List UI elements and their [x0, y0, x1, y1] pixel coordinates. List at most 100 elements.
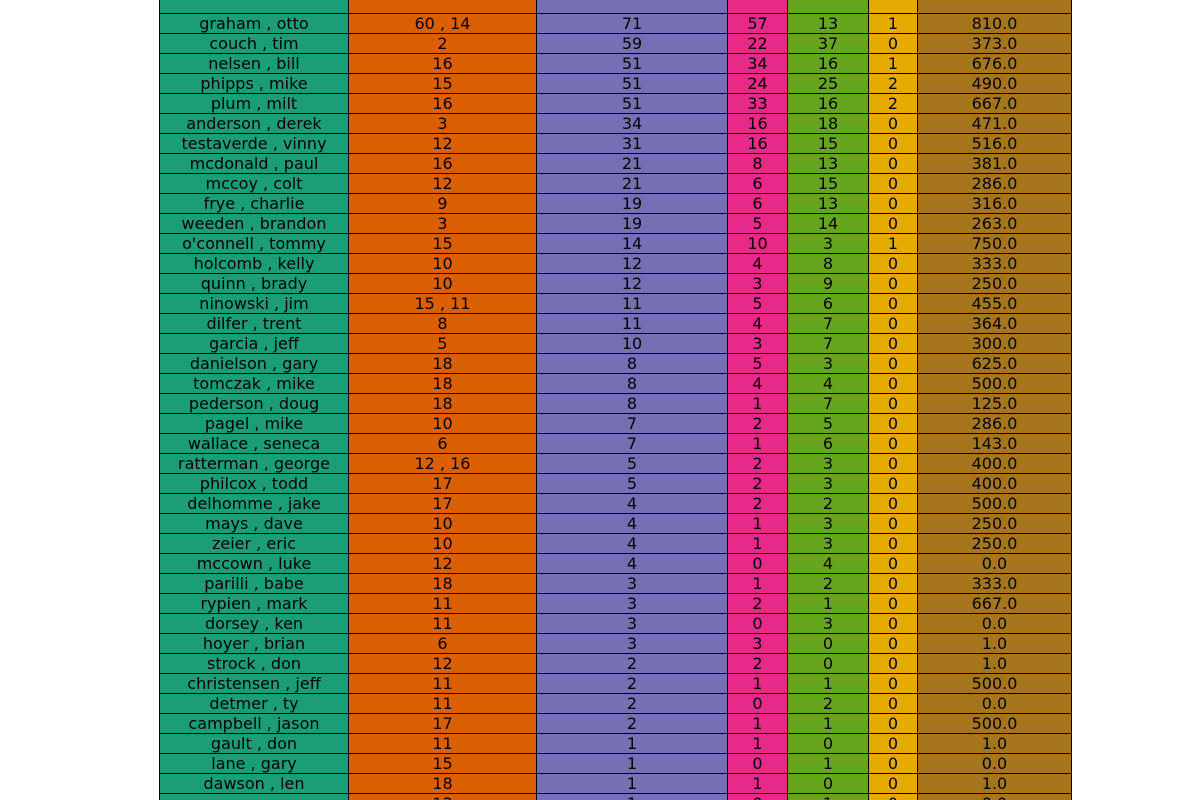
cell-col-3: 12 — [536, 253, 728, 274]
cell-col-7 — [917, 0, 1072, 14]
cell-name: dawson , len — [159, 773, 349, 794]
table-row: philcox , todd 17 5 2 3 0 400.0 — [159, 473, 1072, 494]
table-row: campbell , jason 17 2 1 1 0 500.0 — [159, 713, 1072, 734]
cell-col-5: 3 — [787, 613, 869, 634]
cell-col-2: 10 — [348, 513, 537, 534]
table-row: o'connell , tommy 15 14 10 3 1 750.0 — [159, 233, 1072, 254]
cell-col-5: 7 — [787, 333, 869, 354]
cell-col-5: 7 — [787, 313, 869, 334]
cell-name: wynn , spergon — [159, 793, 349, 800]
cell-col-2: 2 — [348, 33, 537, 54]
cell-col-5: 18 — [787, 113, 869, 134]
cell-col-3: 2 — [536, 653, 728, 674]
cell-col-3: 11 — [536, 293, 728, 314]
cell-col-5: 7 — [787, 393, 869, 414]
cell-col-4: 0 — [727, 553, 788, 574]
cell-col-3: 19 — [536, 193, 728, 214]
cell-col-5: 4 — [787, 553, 869, 574]
table-row: frye , charlie 9 19 6 13 0 316.0 — [159, 193, 1072, 214]
cell-name: plum , milt — [159, 93, 349, 114]
cell-col-6: 0 — [868, 753, 918, 774]
cell-col-7: 1.0 — [917, 733, 1072, 754]
table-row: dorsey , ken 11 3 0 3 0 0.0 — [159, 613, 1072, 634]
cell-col-7: 250.0 — [917, 513, 1072, 534]
cell-col-6: 0 — [868, 733, 918, 754]
cell-col-6: 0 — [868, 593, 918, 614]
cell-name: wallace , seneca — [159, 433, 349, 454]
cell-col-7: 750.0 — [917, 233, 1072, 254]
cell-col-4: 3 — [727, 633, 788, 654]
cell-name: tomczak , mike — [159, 373, 349, 394]
cell-col-3: 51 — [536, 93, 728, 114]
cell-col-2: 3 — [348, 213, 537, 234]
cell-col-6: 0 — [868, 553, 918, 574]
cell-col-2: 12 — [348, 553, 537, 574]
cell-col-5 — [787, 0, 869, 14]
cell-col-4: 1 — [727, 573, 788, 594]
cell-col-3: 21 — [536, 153, 728, 174]
cell-col-4: 34 — [727, 53, 788, 74]
cell-col-5: 0 — [787, 733, 869, 754]
cell-col-7: 333.0 — [917, 573, 1072, 594]
cell-col-4: 2 — [727, 493, 788, 514]
cell-col-6: 0 — [868, 773, 918, 794]
cell-col-2: 12 — [348, 653, 537, 674]
cell-col-6: 1 — [868, 233, 918, 254]
table-row: graham , otto 60 , 14 71 57 13 1 810.0 — [159, 13, 1072, 34]
cell-col-4: 0 — [727, 753, 788, 774]
cell-col-7: 316.0 — [917, 193, 1072, 214]
cell-col-2: 3 — [348, 113, 537, 134]
table-row: nelsen , bill 16 51 34 16 1 676.0 — [159, 53, 1072, 74]
cell-col-3: 5 — [536, 453, 728, 474]
cell-col-7: 490.0 — [917, 73, 1072, 94]
cell-col-4: 22 — [727, 33, 788, 54]
cell-col-3: 31 — [536, 133, 728, 154]
cell-name: rypien , mark — [159, 593, 349, 614]
cell-col-3: 2 — [536, 713, 728, 734]
table-row: danielson , gary 18 8 5 3 0 625.0 — [159, 353, 1072, 374]
cell-col-3: 3 — [536, 573, 728, 594]
cell-name: couch , tim — [159, 33, 349, 54]
cell-col-7: 0.0 — [917, 693, 1072, 714]
table-row: gault , don 11 1 1 0 0 1.0 — [159, 733, 1072, 754]
cell-col-4: 4 — [727, 313, 788, 334]
table-row: holcomb , kelly 10 12 4 8 0 333.0 — [159, 253, 1072, 274]
cell-col-7: 500.0 — [917, 373, 1072, 394]
cell-col-6: 0 — [868, 433, 918, 454]
cell-col-6: 0 — [868, 253, 918, 274]
cell-col-3 — [536, 0, 728, 14]
cell-col-2: 10 — [348, 273, 537, 294]
cell-col-7: 625.0 — [917, 353, 1072, 374]
cell-col-5: 2 — [787, 573, 869, 594]
cell-col-6: 0 — [868, 113, 918, 134]
cell-name: garcia , jeff — [159, 333, 349, 354]
table-row: couch , tim 2 59 22 37 0 373.0 — [159, 33, 1072, 54]
cell-col-2: 15 — [348, 753, 537, 774]
cell-col-6: 0 — [868, 293, 918, 314]
cell-col-4: 2 — [727, 593, 788, 614]
cell-col-7: 373.0 — [917, 33, 1072, 54]
cell-col-5: 2 — [787, 493, 869, 514]
cell-col-2: 11 — [348, 613, 537, 634]
cell-col-4: 10 — [727, 233, 788, 254]
cell-col-2: 17 — [348, 493, 537, 514]
cell-col-4: 1 — [727, 773, 788, 794]
cell-name: christensen , jeff — [159, 673, 349, 694]
cell-name: delhomme , jake — [159, 493, 349, 514]
cell-col-7: 516.0 — [917, 133, 1072, 154]
cell-col-3: 1 — [536, 773, 728, 794]
cell-col-5: 16 — [787, 53, 869, 74]
cell-col-2: 11 — [348, 693, 537, 714]
cell-name: quinn , brady — [159, 273, 349, 294]
cell-col-6: 0 — [868, 33, 918, 54]
cell-col-4: 4 — [727, 253, 788, 274]
table-row: lane , gary 15 1 0 1 0 0.0 — [159, 753, 1072, 774]
cell-col-6: 0 — [868, 273, 918, 294]
cell-name: holcomb , kelly — [159, 253, 349, 274]
cell-col-3: 19 — [536, 213, 728, 234]
cell-name: weeden , brandon — [159, 213, 349, 234]
cell-col-6: 0 — [868, 193, 918, 214]
cell-col-7: 1.0 — [917, 773, 1072, 794]
cell-col-5: 3 — [787, 453, 869, 474]
cell-col-7: 0.0 — [917, 753, 1072, 774]
